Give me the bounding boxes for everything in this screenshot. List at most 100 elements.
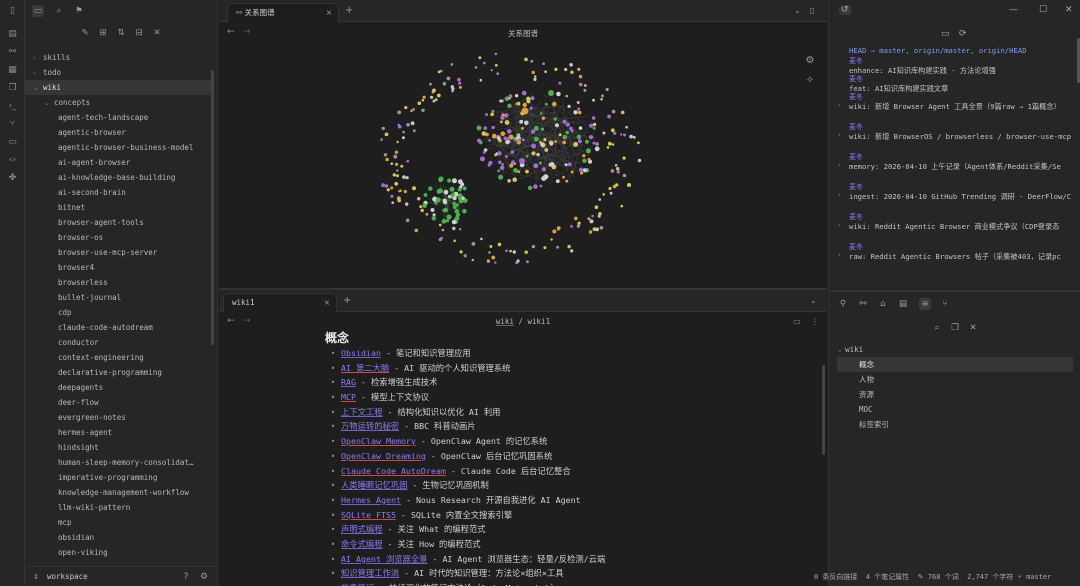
tree-item[interactable]: browser-os — [25, 230, 211, 245]
tree-item[interactable]: declarative-programming — [25, 365, 211, 380]
tree-item[interactable]: › skills — [25, 50, 211, 65]
help-icon[interactable]: ? — [180, 571, 192, 583]
search-icon[interactable]: ⌕ — [931, 322, 943, 334]
history-icon[interactable]: ↺ — [839, 5, 851, 15]
internal-link[interactable]: 声明式编程 — [341, 524, 383, 534]
graph-view[interactable]: ⚙ ✧ — [219, 40, 827, 288]
minimize-icon[interactable]: — — [1009, 5, 1018, 15]
chevron-right-icon[interactable]: › — [838, 131, 841, 139]
tree-item[interactable]: bitnet — [25, 200, 211, 215]
outline-item[interactable]: 标签索引 — [837, 417, 1073, 432]
git-icon[interactable]: ⑂ — [6, 118, 19, 131]
git-branch[interactable]: master — [1026, 573, 1051, 581]
outline-item[interactable]: 资源 — [837, 387, 1073, 402]
tree-item[interactable]: ai-second-brain — [25, 185, 211, 200]
close-window-icon[interactable]: ✕ — [1065, 5, 1073, 15]
tree-item[interactable]: hermes-agent — [25, 425, 211, 440]
chevron-right-icon[interactable]: › — [838, 251, 841, 259]
sidebar-scrollbar[interactable] — [211, 70, 214, 345]
bookmark-icon[interactable]: ⚑ — [73, 5, 85, 17]
calendar-icon[interactable]: ▦ — [6, 64, 19, 77]
tree-item[interactable]: browser-use-mcp-server — [25, 245, 211, 260]
internal-link[interactable]: 命令式编程 — [341, 539, 383, 549]
sidebar-toggle-icon[interactable]: ▯ — [6, 5, 19, 18]
chevron-down-icon[interactable]: ⌄ — [810, 296, 817, 305]
tree-item[interactable]: ai-agent-browser — [25, 155, 211, 170]
code-icon[interactable]: ‹› — [6, 154, 19, 167]
internal-link[interactable]: OpenClaw Dreaming — [341, 451, 426, 461]
internal-link[interactable]: AI 第二大脑 — [341, 363, 389, 373]
commit-entry[interactable]: › 麦冬 wiki: 新增 BrowserOS / browserless / br… — [829, 122, 1074, 152]
internal-link[interactable]: RAG — [341, 377, 356, 387]
right-pane-divider[interactable] — [829, 290, 1080, 292]
maximize-icon[interactable]: ☐ — [1039, 5, 1047, 15]
tree-item[interactable]: browser4 — [25, 260, 211, 275]
tree-item[interactable]: context-engineering — [25, 350, 211, 365]
more-options-icon[interactable]: ⋮ — [811, 317, 819, 326]
chevron-right-icon[interactable]: › — [838, 191, 841, 199]
copy-icon[interactable]: ❐ — [949, 322, 961, 334]
commit-entry[interactable]: ›麦冬enhance: AI知识库构建实践 - 方法论增强 — [829, 56, 1074, 74]
internal-link[interactable]: MCP — [341, 392, 356, 402]
tab-graph[interactable]: ⚯ 关系图谱 × — [227, 3, 339, 22]
chevron-down-icon[interactable]: ⌄ — [794, 6, 801, 15]
tree-item[interactable]: human-sleep-memory-consolidat… — [25, 455, 211, 470]
tree-item[interactable]: llm-wiki-pattern — [25, 500, 211, 515]
graph-icon[interactable]: ⚯ — [6, 46, 19, 59]
internal-link[interactable]: Hermes Agent — [341, 495, 401, 505]
new-tab-icon[interactable]: + — [343, 295, 351, 306]
edit-icon[interactable]: ✎ — [918, 573, 924, 581]
tree-item[interactable]: ai-knowledge-base-building — [25, 170, 211, 185]
settings-icon[interactable]: ⚙ — [198, 571, 210, 583]
outline-item[interactable]: 概念 — [837, 357, 1073, 372]
tree-item[interactable]: browserless — [25, 275, 211, 290]
terminal-icon[interactable]: ›_ — [6, 100, 19, 113]
puzzle-icon[interactable]: ✤ — [6, 172, 19, 185]
search-icon[interactable]: ⌕ — [53, 5, 65, 17]
sort-icon[interactable]: ⇅ — [115, 27, 127, 39]
refresh-icon[interactable]: ⟳ — [959, 29, 967, 39]
new-tab-icon[interactable]: + — [345, 5, 353, 16]
internal-link[interactable]: Obsidian — [341, 348, 381, 358]
close-tab-icon[interactable]: × — [326, 4, 332, 21]
new-note-icon[interactable]: ✎ — [79, 27, 91, 39]
reading-mode-icon[interactable]: ▭ — [793, 317, 801, 326]
tree-item[interactable]: bullet-journal — [25, 290, 211, 305]
tree-item[interactable]: › todo — [25, 65, 211, 80]
folder-icon[interactable]: ▭ — [32, 5, 44, 17]
tree-item[interactable]: browser-agent-tools — [25, 215, 211, 230]
outline-item[interactable]: 人物 — [837, 372, 1073, 387]
chevron-right-icon[interactable]: › — [838, 101, 841, 109]
tree-item[interactable]: knowledge-management-workflow — [25, 485, 211, 500]
tree-item[interactable]: agent-tech-landscape — [25, 110, 211, 125]
outgoing-link-icon[interactable]: ⚯ — [857, 298, 869, 310]
outline-root[interactable]: ⌄ wiki — [837, 342, 1073, 357]
outline-item[interactable]: MOC — [837, 402, 1073, 417]
tree-item[interactable]: mcp — [25, 515, 211, 530]
git-branch-icon[interactable]: ⑂ — [939, 298, 951, 310]
tree-item[interactable]: open-viking — [25, 545, 211, 560]
outline-icon[interactable]: ≡ — [919, 298, 931, 310]
tree-item[interactable]: agentic-browser-business-model — [25, 140, 211, 155]
internal-link[interactable]: 知识管理工作流 — [341, 568, 399, 578]
close-icon[interactable]: ✕ — [151, 27, 163, 39]
collapse-icon[interactable]: ⊟ — [133, 27, 145, 39]
internal-link[interactable]: 上下文工程 — [341, 407, 383, 417]
internal-link[interactable]: SQLite FTS5 — [341, 510, 396, 520]
tree-item[interactable]: deepagents — [25, 380, 211, 395]
commit-entry[interactable]: › 麦冬 ingest: 2026-04-10 GitHub Trending 调研… — [829, 182, 1074, 212]
page-icon[interactable]: ▭ — [6, 136, 19, 149]
internal-link[interactable]: AI Agent 浏览器全景 — [341, 554, 427, 564]
commit-entry[interactable]: › 麦冬 memory: 2026-04-10 上午记录（Agent体系/Reddi… — [829, 152, 1074, 182]
commit-entry[interactable]: › 麦冬 wiki: 新增 Browser Agent 工具全景（9篇raw → 1… — [829, 92, 1074, 122]
files-icon[interactable]: ▤ — [6, 28, 19, 41]
tree-item[interactable]: claude-code-autodream — [25, 320, 211, 335]
tree-item[interactable]: ⌄ wiki — [25, 80, 211, 95]
open-folder-icon[interactable]: ▭ — [941, 29, 950, 39]
chevron-right-icon[interactable]: › — [838, 221, 841, 229]
graph-settings-icon[interactable]: ⚙ — [801, 52, 819, 70]
tree-item[interactable]: imperative-programming — [25, 470, 211, 485]
internal-link[interactable]: OpenClaw Memory — [341, 436, 416, 446]
chevron-down-icon[interactable]: ⌄ — [837, 346, 845, 354]
backlinks-count[interactable]: 0 条反向链接 — [814, 573, 857, 581]
